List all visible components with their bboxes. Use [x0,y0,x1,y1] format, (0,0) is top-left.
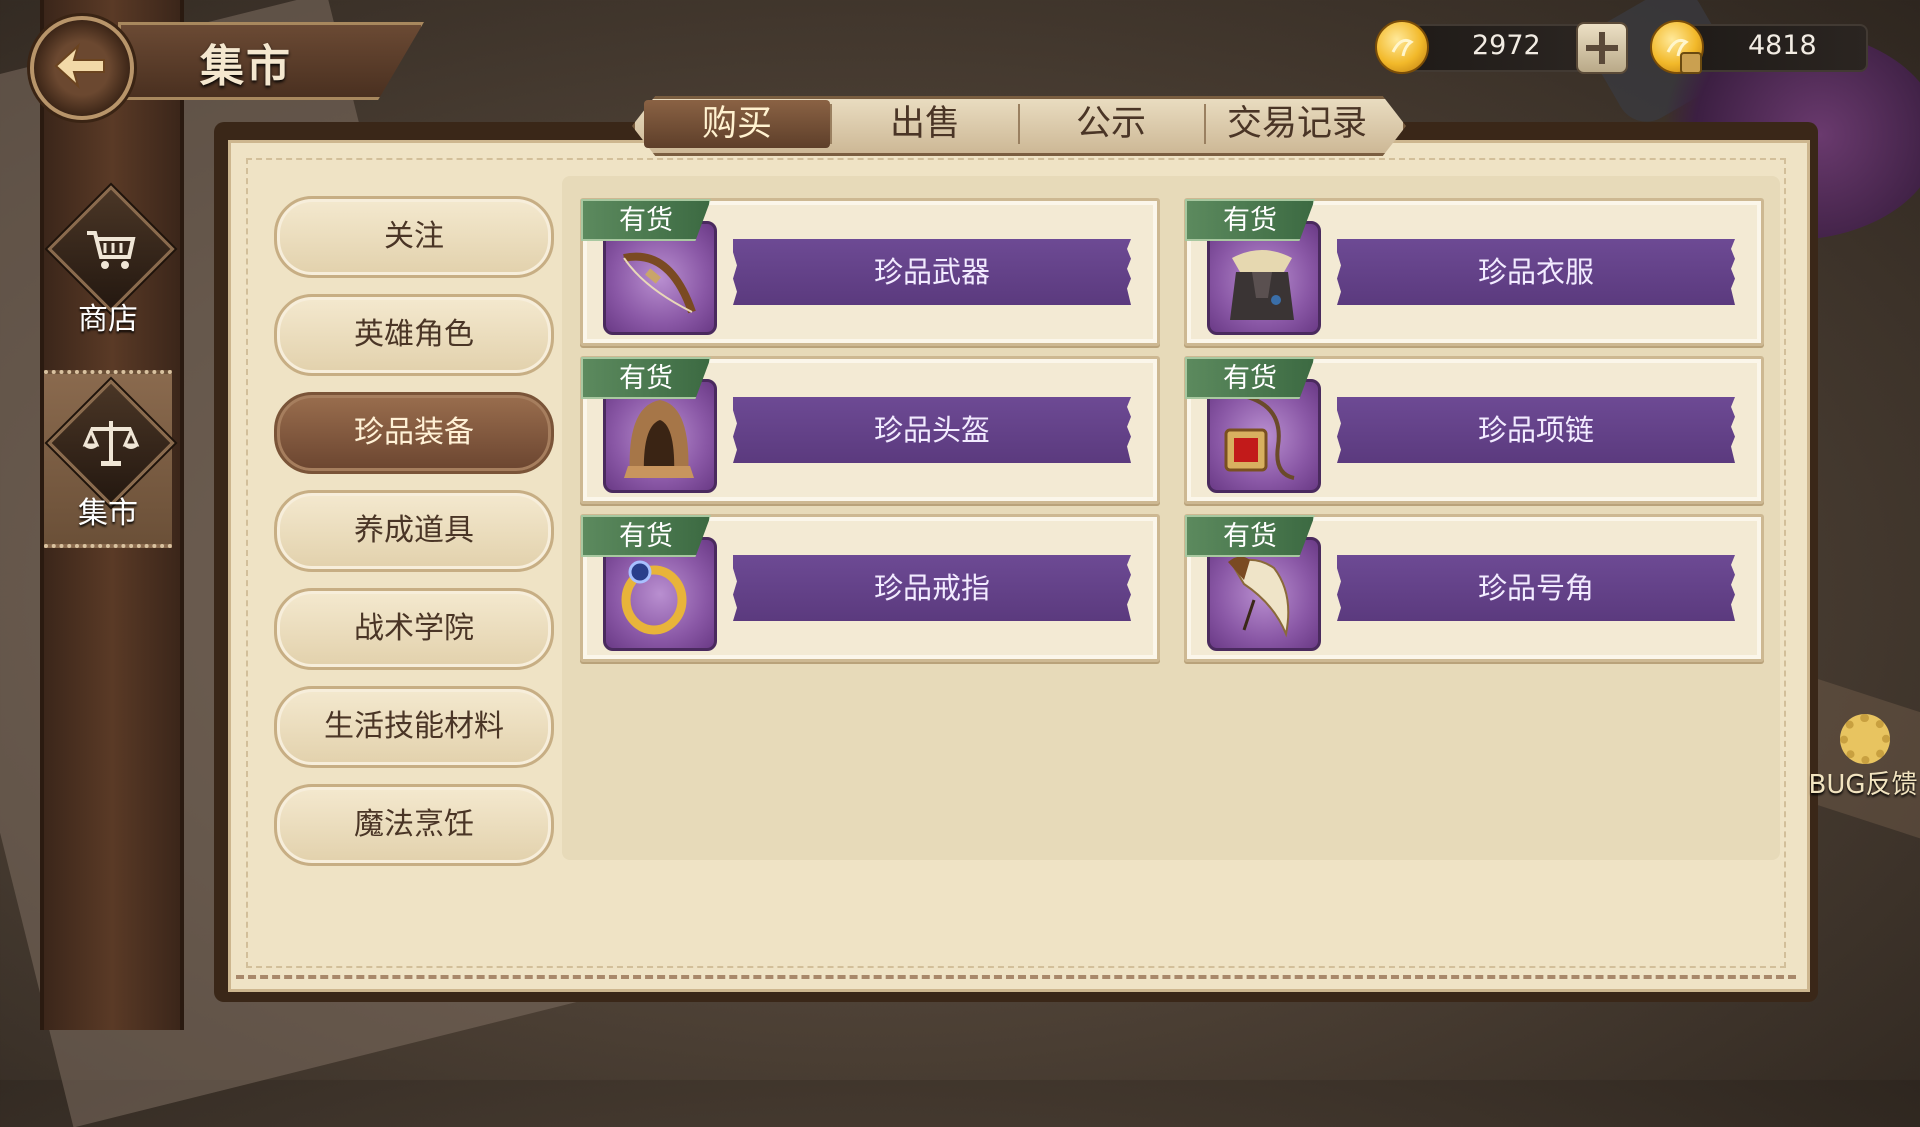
item-name: 珍品戒指 [733,555,1131,621]
in-stock-badge: 有货 [581,199,711,241]
item-name: 珍品衣服 [1337,239,1735,305]
item-name: 珍品项链 [1337,397,1735,463]
page-title: 集市 [200,41,292,92]
category-growth-items[interactable]: 养成道具 [274,490,554,572]
bow-icon [623,252,696,314]
in-stock-badge: 有货 [1185,515,1315,557]
side-nav-shop[interactable]: 商店 [44,185,175,337]
bound-gold-amount: 4818 [1748,30,1817,61]
gold-coin-icon [1375,20,1429,74]
item-card-weapon[interactable]: 有货 珍品武器 [580,198,1160,346]
category-rare-equipment[interactable]: 珍品装备 [274,392,554,474]
tab-buy[interactable]: 购买 [644,100,830,148]
category-magic-cooking[interactable]: 魔法烹饪 [274,784,554,866]
in-stock-badge: 有货 [581,515,711,557]
lock-icon [1680,52,1702,74]
category-life-skill-materials[interactable]: 生活技能材料 [274,686,554,768]
gear-icon [1840,714,1890,764]
tab-sell[interactable]: 出售 [832,100,1018,148]
item-name: 珍品头盔 [733,397,1131,463]
category-tactics-academy[interactable]: 战术学院 [274,588,554,670]
category-heroes[interactable]: 英雄角色 [274,294,554,376]
side-nav-shop-label: 商店 [78,302,138,337]
hood-icon [624,400,694,478]
gold-amount: 2972 [1472,30,1541,61]
in-stock-badge: 有货 [581,357,711,399]
item-name: 珍品武器 [733,239,1131,305]
shop-cart-icon [87,231,136,269]
necklace-icon [1224,394,1295,480]
item-name: 珍品号角 [1337,555,1735,621]
item-card-necklace[interactable]: 有货 珍品项链 [1184,356,1764,504]
horn-icon [1228,556,1290,638]
side-nav-market-label: 集市 [78,496,138,531]
bug-feedback-label: BUG反馈 [1808,770,1918,800]
category-follow[interactable]: 关注 [274,196,554,278]
scales-icon [82,421,140,466]
item-card-ring[interactable]: 有货 珍品戒指 [580,514,1160,662]
add-gold-button[interactable] [1576,22,1628,74]
in-stock-badge: 有货 [1185,199,1315,241]
side-nav-market[interactable]: 集市 [44,379,175,531]
bug-feedback-button[interactable]: BUG反馈 [1806,714,1920,804]
tab-trade-history[interactable]: 交易记录 [1204,100,1390,148]
item-card-clothes[interactable]: 有货 珍品衣服 [1184,198,1764,346]
item-card-helmet[interactable]: 有货 珍品头盔 [580,356,1160,504]
armor-icon [1230,250,1294,320]
back-arrow-icon [54,42,105,90]
ring-icon [621,560,687,635]
panel-stitch-line [236,975,1796,979]
in-stock-badge: 有货 [1185,357,1315,399]
tab-public[interactable]: 公示 [1018,100,1204,148]
back-button[interactable] [30,16,134,120]
item-card-horn[interactable]: 有货 珍品号角 [1184,514,1764,662]
